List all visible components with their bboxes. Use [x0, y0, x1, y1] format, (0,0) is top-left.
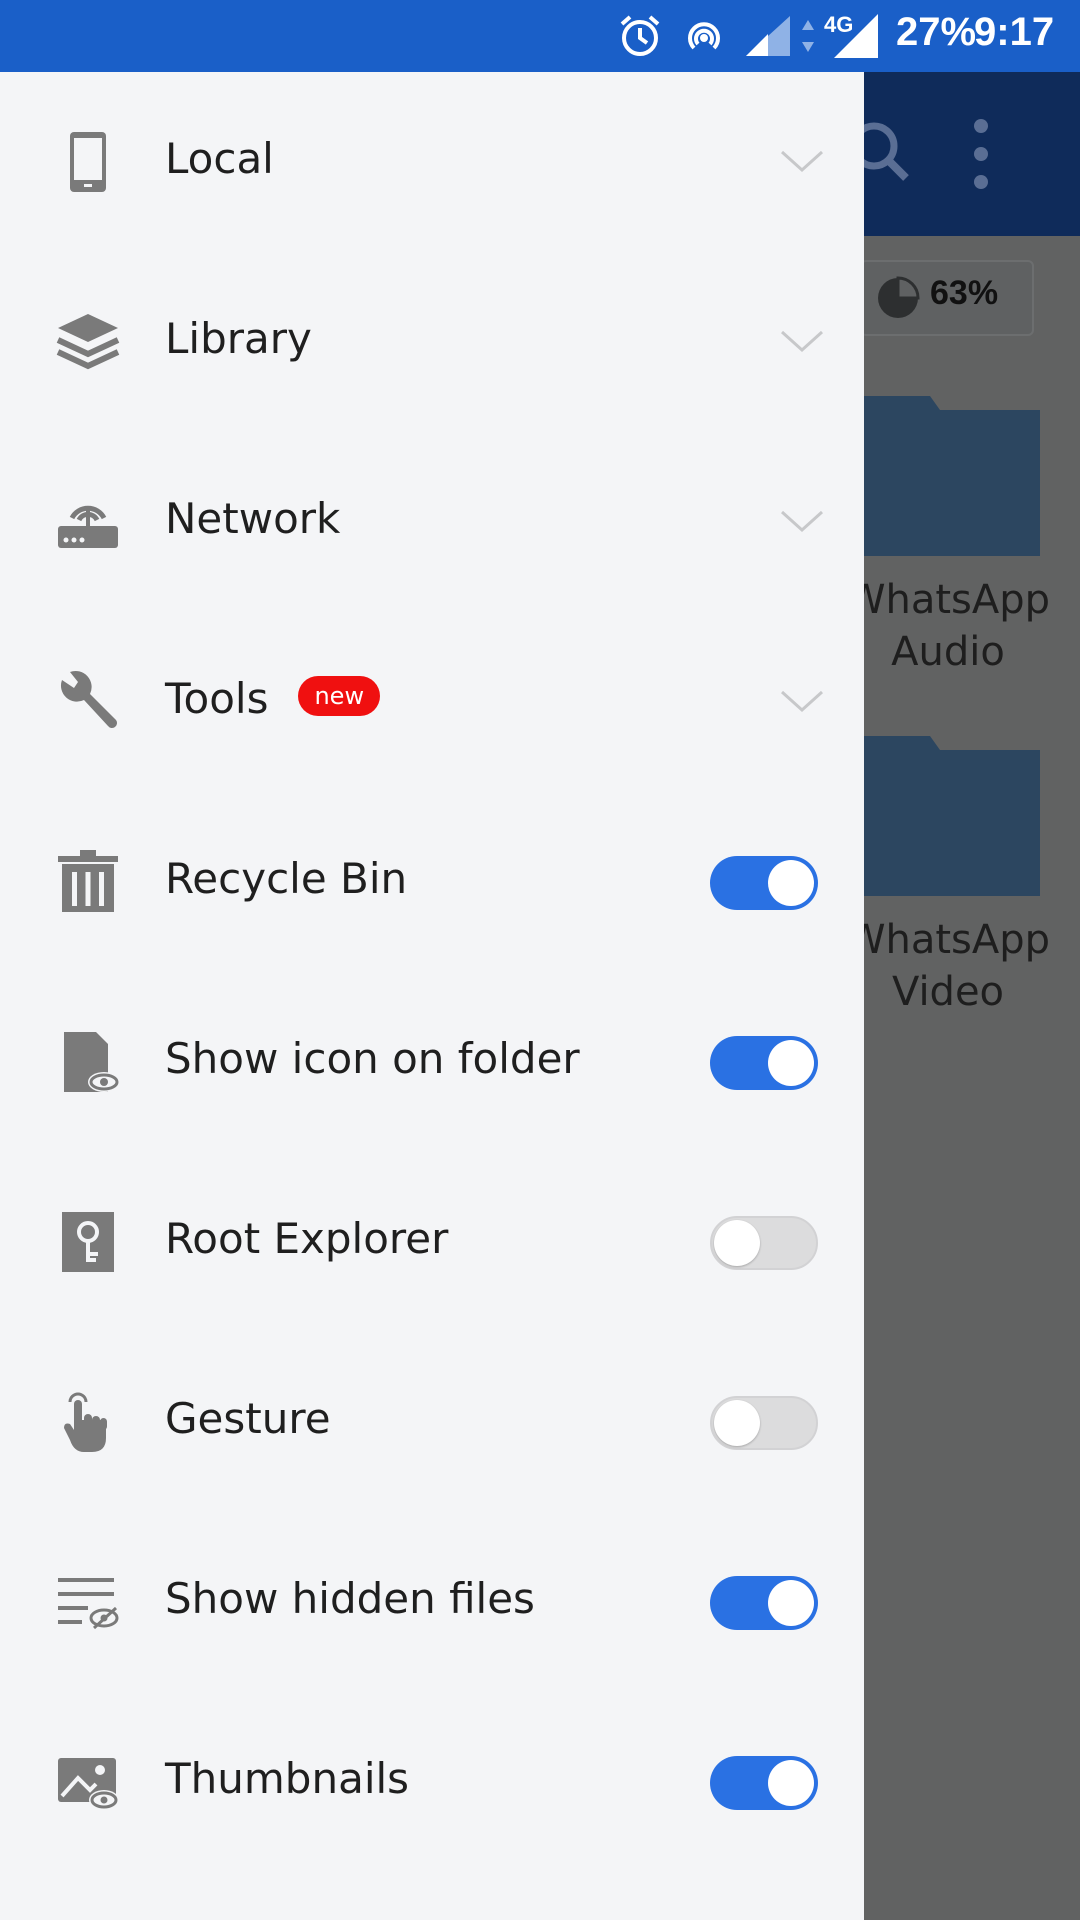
chevron-down-icon[interactable]	[780, 330, 824, 354]
clock: 9:17	[974, 10, 1055, 54]
toggle-knob	[768, 1760, 814, 1806]
folder-icon[interactable]	[860, 386, 1040, 556]
status-bar: 4G 27% 9:17	[0, 0, 1080, 72]
thumbnails-toggle[interactable]	[710, 1756, 818, 1810]
gesture-toggle[interactable]	[710, 1396, 818, 1450]
data-arrows-icon	[802, 20, 814, 52]
navigation-drawer: Local Library Network Tools new Recycle …	[0, 72, 864, 1920]
layers-icon	[56, 314, 120, 370]
folder-eye-icon	[64, 1032, 120, 1092]
drawer-item-label: Tools new	[165, 674, 381, 723]
hand-icon	[64, 1392, 107, 1452]
phone-icon	[70, 132, 106, 192]
chevron-down-icon[interactable]	[780, 510, 824, 534]
drawer-item-label: Thumbnails	[165, 1754, 410, 1803]
storage-chip[interactable]: 63%	[860, 260, 1034, 336]
show-hidden-files-toggle[interactable]	[710, 1576, 818, 1630]
toggle-knob	[768, 860, 814, 906]
hidden-list-icon	[58, 1578, 119, 1630]
image-eye-icon	[58, 1758, 119, 1810]
router-icon	[58, 505, 118, 548]
toggle-knob	[768, 1580, 814, 1626]
drawer-item-recycle-bin[interactable]: Recycle Bin	[0, 792, 864, 972]
hotspot-icon	[688, 22, 720, 50]
trash-icon	[58, 850, 118, 912]
drawer-item-label: Network	[165, 494, 341, 543]
toggle-knob	[768, 1040, 814, 1086]
show-icon-on-folder-toggle[interactable]	[710, 1036, 818, 1090]
signal-icon-2	[834, 14, 878, 58]
drawer-item-label: Root Explorer	[165, 1214, 449, 1263]
drawer-item-local[interactable]: Local	[0, 72, 864, 252]
drawer-item-label: Library	[165, 314, 312, 363]
recycle-bin-toggle[interactable]	[710, 856, 818, 910]
drawer-item-label: Recycle Bin	[165, 854, 408, 903]
toggle-knob	[714, 1400, 760, 1446]
drawer-item-show-icon-on-folder[interactable]: Show icon on folder	[0, 972, 864, 1152]
key-icon	[62, 1212, 114, 1272]
drawer-item-label: Show icon on folder	[165, 1034, 580, 1083]
root-explorer-toggle[interactable]	[710, 1216, 818, 1270]
folder-label-audio[interactable]: WhatsApp Audio	[833, 574, 1063, 678]
chevron-down-icon[interactable]	[780, 690, 824, 714]
chevron-down-icon[interactable]	[780, 150, 824, 174]
toggle-knob	[714, 1220, 760, 1266]
drawer-item-library[interactable]: Library	[0, 252, 864, 432]
drawer-item-tools[interactable]: Tools new	[0, 612, 864, 792]
new-badge: new	[298, 675, 381, 716]
drawer-item-label: Show hidden files	[165, 1574, 535, 1623]
more-options-icon[interactable]	[966, 112, 996, 212]
storage-percent: 63%	[930, 274, 999, 312]
drawer-item-label: Local	[165, 134, 274, 183]
drawer-item-label: Gesture	[165, 1394, 331, 1443]
folder-label-video[interactable]: WhatsApp Video	[833, 914, 1063, 1018]
drawer-item-show-hidden-files[interactable]: Show hidden files	[0, 1512, 864, 1692]
battery-percent: 27%	[896, 10, 977, 54]
signal-icon	[746, 16, 790, 56]
pie-icon	[878, 276, 920, 318]
drawer-item-network[interactable]: Network	[0, 432, 864, 612]
drawer-item-thumbnails[interactable]: Thumbnails	[0, 1692, 864, 1872]
drawer-item-gesture[interactable]: Gesture	[0, 1332, 864, 1512]
wrench-icon	[60, 670, 117, 728]
alarm-icon	[620, 15, 660, 56]
folder-icon[interactable]	[860, 726, 1040, 896]
drawer-item-root-explorer[interactable]: Root Explorer	[0, 1152, 864, 1332]
